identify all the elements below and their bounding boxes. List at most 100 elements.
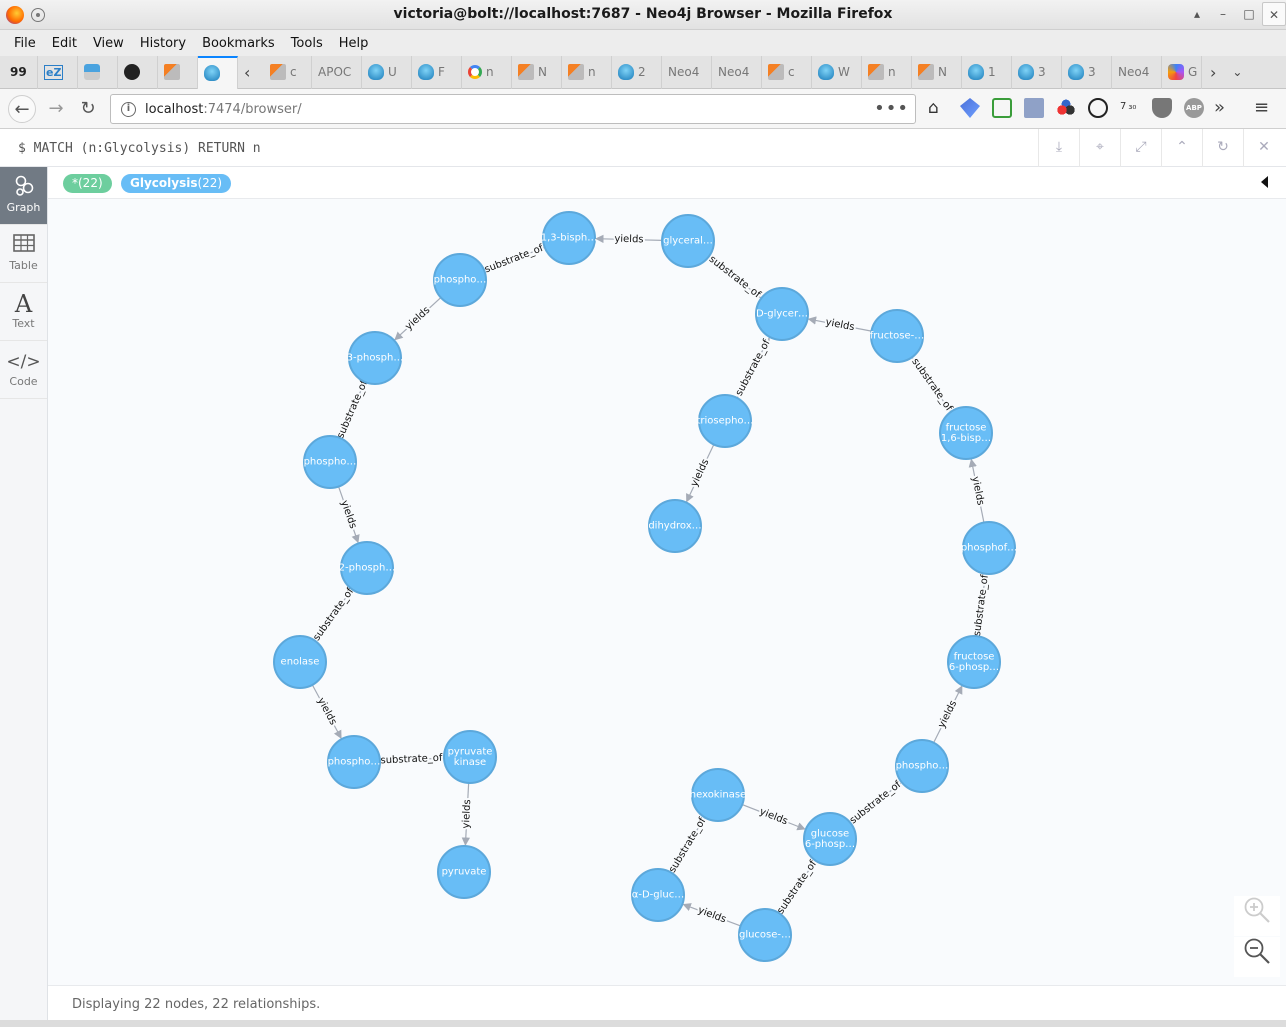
graph-node[interactable]: fructose1,6-bisp… [939,406,993,460]
menu-file[interactable]: File [6,36,44,51]
tab-screen[interactable] [78,55,118,89]
collapse-fullscreen-icon[interactable]: ⤢ [1120,129,1161,167]
menu-help[interactable]: Help [331,36,377,51]
tab-item[interactable]: U [362,55,412,89]
color-extension-icon[interactable] [1056,98,1076,118]
tab-item[interactable]: 3 [1012,55,1062,89]
graph-node[interactable]: 1,3-bisph… [541,211,598,265]
graph-node[interactable]: phosphof… [961,521,1017,575]
tab-item[interactable]: n [562,55,612,89]
tab-item[interactable]: Neo4 [662,55,712,89]
window-close-button[interactable]: ✕ [1262,2,1286,26]
tab-item[interactable]: N [912,55,962,89]
close-icon[interactable]: ✕ [1243,129,1284,167]
graph-node[interactable]: D-glycer… [755,287,809,341]
graph-node-label: fructose [946,422,987,433]
site-info-icon[interactable]: i [121,102,136,117]
tab-scroll-right-icon[interactable]: › [1202,63,1224,82]
graph-node[interactable]: phospho… [327,735,381,789]
counter-badge[interactable]: 7 ₃₀ [1120,98,1140,118]
tab-neo4j-active[interactable] [198,55,238,89]
tab-item[interactable]: 2 [612,55,662,89]
zoom-in-icon[interactable] [1234,896,1280,936]
graph-node[interactable]: glucose6-phosp… [803,812,857,866]
adblock-plus-icon[interactable]: ABP [1184,98,1204,118]
legend-all-nodes-pill[interactable]: *(22) [63,174,112,193]
graph-node[interactable]: phospho… [433,253,487,307]
graph-node[interactable]: 3-phosph… [347,331,404,385]
graph-svg[interactable]: yieldssubstrate_ofyieldssubstrate_ofyiel… [48,199,1286,985]
tab-item[interactable]: W [812,55,862,89]
graph-node[interactable]: 2-phosph… [339,541,396,595]
home-icon[interactable]: ⌂ [928,98,948,118]
forward-arrow-icon[interactable]: → [42,95,70,123]
tab-code[interactable]: </> Code [0,341,47,399]
sync-extension-icon[interactable] [1088,98,1108,118]
url-text[interactable]: localhost:7474/browser/ [145,102,302,117]
chevron-up-icon[interactable]: ⌃ [1161,129,1202,167]
window-minimize-button[interactable]: – [1210,2,1236,26]
legend-label-count: (22) [197,176,223,190]
tab-item[interactable]: G [1162,55,1202,89]
tab-item[interactable]: c [264,55,312,89]
graph-canvas[interactable]: yields substrate_of yields substrate_of yiel… [48,199,1286,985]
tab-item[interactable]: Neo4 [1112,55,1162,89]
menu-bookmarks[interactable]: Bookmarks [194,36,283,51]
overflow-chevrons-icon[interactable]: » [1214,98,1234,118]
tab-scroll-left[interactable]: ‹ [238,56,264,89]
hamburger-menu-icon[interactable]: ≡ [1254,98,1274,118]
print-extension-icon[interactable] [1024,98,1044,118]
reload-icon[interactable]: ↻ [74,95,102,123]
tab-table[interactable]: Table [0,225,47,283]
tab-item[interactable]: 1 [962,55,1012,89]
tab-stackoverflow[interactable] [158,55,198,89]
tab-quote[interactable]: 99 [4,55,38,89]
zoom-out-icon[interactable] [1234,937,1280,977]
menu-history[interactable]: History [132,36,194,51]
graph-node[interactable]: fructose-… [870,309,924,363]
tab-ez[interactable]: eZ [38,55,78,89]
window-shade-button[interactable]: ▴ [1184,2,1210,26]
graph-node[interactable]: glyceral… [661,214,715,268]
bookmark-extension-icon[interactable] [960,98,980,118]
tab-list-chevron-down-icon[interactable]: ⌄ [1224,65,1250,79]
tab-graph[interactable]: Graph [0,167,47,225]
screenshot-extension-icon[interactable] [992,98,1012,118]
tab-github[interactable] [118,55,158,89]
tab-item[interactable]: F [412,55,462,89]
graph-node[interactable]: enolase [273,635,327,689]
tab-item[interactable]: N [512,55,562,89]
menu-edit[interactable]: Edit [44,36,85,51]
graph-node[interactable]: glucose-… [738,908,792,962]
query-text[interactable]: $ MATCH (n:Glycolysis) RETURN n [18,141,261,156]
tab-item[interactable]: c [762,55,812,89]
graph-node[interactable]: pyruvate [437,845,491,899]
tab-item[interactable]: 3 [1062,55,1112,89]
tab-item[interactable]: n [862,55,912,89]
window-maximize-button[interactable]: □ [1236,2,1262,26]
tab-item[interactable]: Neo4 [712,55,762,89]
rerun-icon[interactable]: ↻ [1202,129,1243,167]
graph-node[interactable]: α-D-gluc… [631,868,685,922]
graph-node[interactable]: pyruvatekinase [443,730,497,784]
tab-item[interactable]: APOC [312,55,362,89]
graph-node[interactable]: fructose6-phosp… [947,635,1001,689]
graph-node[interactable]: hexokinase [690,768,746,822]
menu-view[interactable]: View [85,36,132,51]
tab-text[interactable]: A Text [0,283,47,341]
legend-label-pill[interactable]: Glycolysis(22) [121,174,232,193]
tab-item[interactable]: n [462,55,512,89]
graph-node[interactable]: dihydrox… [648,499,702,553]
url-bar[interactable]: i localhost:7474/browser/ ••• [110,94,916,124]
back-arrow-icon[interactable]: ← [8,95,36,123]
graph-node[interactable]: phospho… [303,435,357,489]
menu-tools[interactable]: Tools [283,36,331,51]
graph-node[interactable]: phospho… [895,739,949,793]
download-icon[interactable]: ⤓ [1038,129,1079,167]
graph-node[interactable]: triosepho… [696,394,754,448]
tab-label: n [888,65,896,79]
pin-icon[interactable]: ⌖ [1079,129,1120,167]
collapse-inspector-triangle-icon[interactable] [1261,176,1268,188]
ublock-shield-icon[interactable] [1152,98,1172,118]
page-actions-menu-icon[interactable]: ••• [874,98,909,119]
